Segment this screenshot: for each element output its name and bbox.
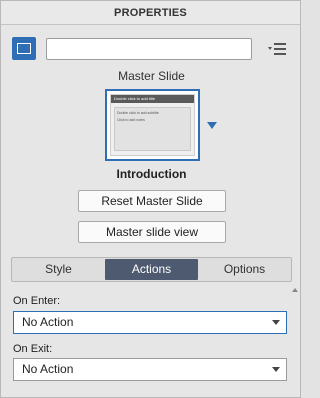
on-enter-select[interactable]: No Action xyxy=(13,311,287,334)
tab-actions[interactable]: Actions xyxy=(105,259,198,280)
on-enter-value: No Action xyxy=(22,315,74,329)
on-exit-select[interactable]: No Action xyxy=(13,358,287,381)
selected-master-name: Introduction xyxy=(116,167,187,181)
panel-title: PROPERTIES xyxy=(114,6,187,19)
chevron-down-icon xyxy=(272,320,280,325)
properties-tabs: Style Actions Options xyxy=(11,257,292,282)
master-slide-thumbnail[interactable]: Double click to add title Double click t… xyxy=(105,89,200,161)
dropdown-arrow-icon[interactable] xyxy=(207,122,217,129)
list-menu-icon[interactable] xyxy=(267,41,287,57)
tab-options[interactable]: Options xyxy=(198,258,291,281)
chevron-down-icon xyxy=(272,367,280,372)
on-exit-label: On Exit: xyxy=(13,343,53,355)
thumbnail-title-bar: Double click to add title xyxy=(111,95,194,103)
slide-rect-icon xyxy=(17,43,31,54)
properties-panel: PROPERTIES Master Slide Double click to … xyxy=(0,0,301,398)
on-exit-value: No Action xyxy=(22,362,74,376)
thumbnail-title: Double click to add title xyxy=(114,96,156,101)
thumbnail-canvas: Double click to add title Double click t… xyxy=(110,94,195,156)
scroll-up-icon[interactable] xyxy=(292,288,298,292)
reset-master-slide-button[interactable]: Reset Master Slide xyxy=(78,190,226,212)
thumbnail-line: Click to add notes xyxy=(117,118,145,122)
slide-icon[interactable] xyxy=(12,37,36,60)
master-slide-view-button[interactable]: Master slide view xyxy=(78,221,226,243)
thumbnail-body: Double click to add subtitle Click to ad… xyxy=(114,107,191,151)
thumbnail-line: Double click to add subtitle xyxy=(117,111,159,115)
on-enter-label: On Enter: xyxy=(13,295,61,307)
slide-name-input[interactable] xyxy=(46,38,252,60)
tab-style[interactable]: Style xyxy=(12,258,105,281)
panel-header: PROPERTIES xyxy=(1,1,300,25)
master-slide-label: Master Slide xyxy=(118,69,185,83)
